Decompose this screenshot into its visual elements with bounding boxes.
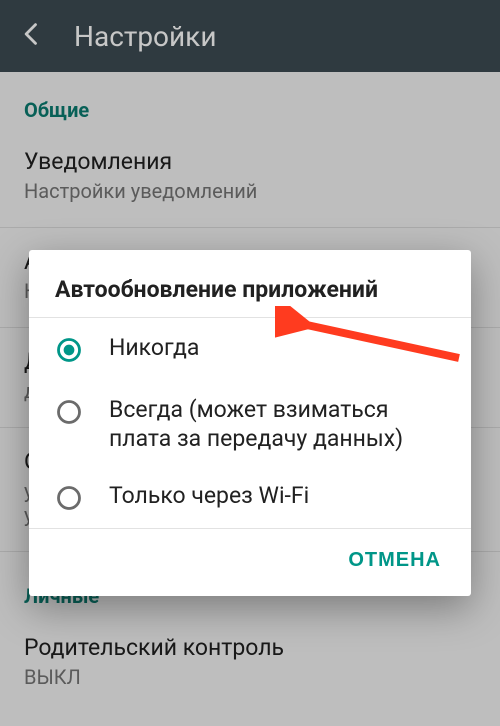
option-wifi-only[interactable]: Только через Wi-Fi (29, 466, 471, 528)
radio-unselected-icon (55, 484, 83, 516)
option-label: Только через Wi-Fi (109, 482, 309, 511)
option-label: Никогда (109, 334, 199, 363)
option-label: Всегда (может взиматься плата за передач… (109, 396, 445, 454)
dialog-title: Автообновление приложений (29, 276, 471, 317)
dialog-scrim[interactable]: Автообновление приложений Никогда Всегда… (0, 0, 500, 726)
radio-unselected-icon (55, 398, 83, 430)
radio-selected-icon (55, 336, 83, 368)
option-always[interactable]: Всегда (может взиматься плата за передач… (29, 380, 471, 466)
autoupdate-dialog: Автообновление приложений Никогда Всегда… (29, 250, 471, 596)
cancel-button[interactable]: ОТМЕНА (340, 543, 449, 578)
dialog-actions: ОТМЕНА (29, 529, 471, 586)
option-never[interactable]: Никогда (29, 318, 471, 380)
